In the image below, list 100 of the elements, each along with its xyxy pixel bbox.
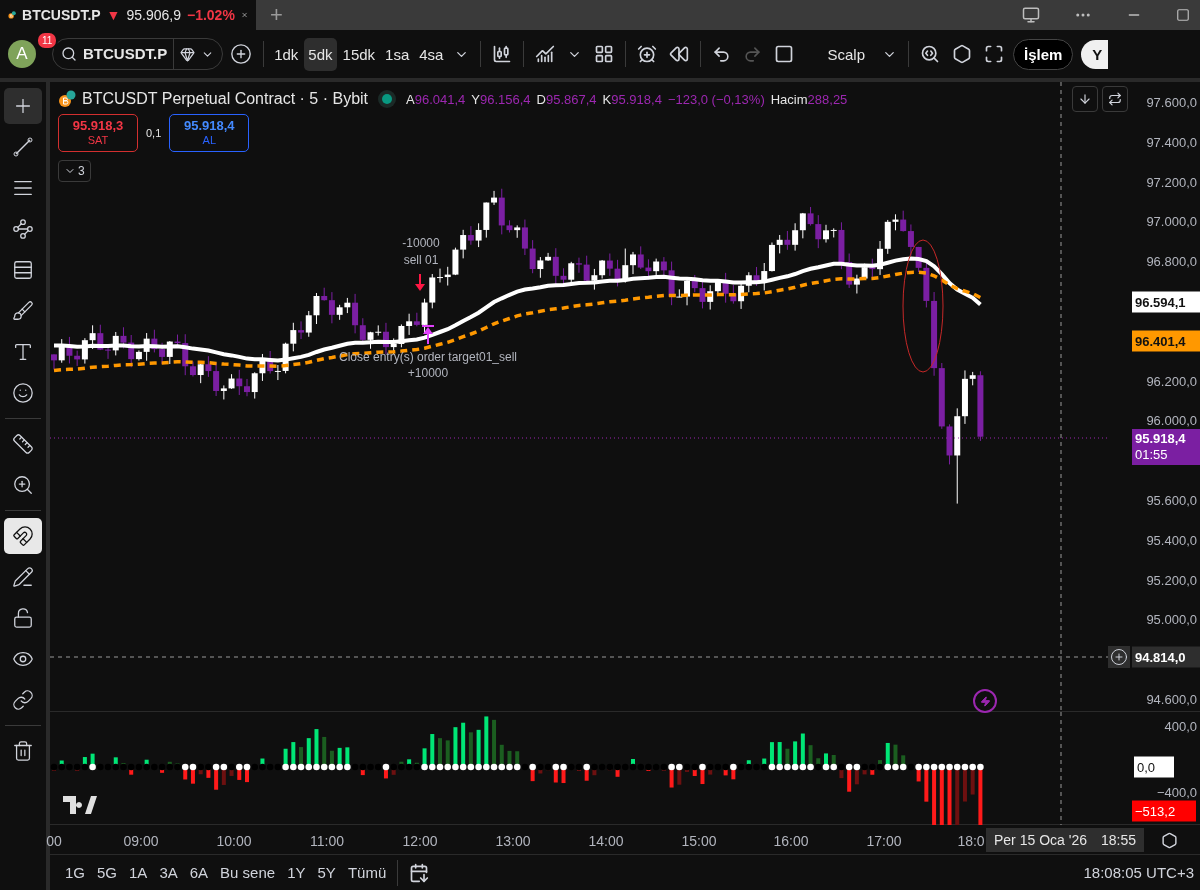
alarm-icon[interactable] bbox=[637, 44, 658, 64]
zoom-in-icon bbox=[12, 474, 34, 496]
rewind-icon[interactable] bbox=[669, 44, 690, 64]
interval-button[interactable]: 1sa bbox=[381, 37, 414, 71]
time-label: 16:00 bbox=[773, 833, 809, 849]
chart-title: BTCUSDT Perpetual Contract · 5 · Bybit bbox=[82, 90, 369, 108]
bitcoin-icon bbox=[58, 90, 76, 108]
ohlc-value: Y96.156,4 bbox=[471, 91, 531, 107]
smiley-icon bbox=[12, 382, 34, 404]
price-label: 97.000,0 bbox=[1146, 213, 1197, 229]
add-icon[interactable] bbox=[230, 43, 253, 65]
trade-button[interactable]: İşlem bbox=[1013, 38, 1074, 70]
buy-button[interactable]: 95.918,4 AL bbox=[169, 114, 250, 152]
order-quantity: +10000 bbox=[407, 366, 449, 380]
ohlc-value: A96.041,4 bbox=[406, 91, 466, 107]
order-label: sell 01 bbox=[403, 253, 439, 267]
price-label: 95.400,0 bbox=[1146, 532, 1197, 548]
spread-value: 0,1 bbox=[146, 127, 162, 139]
range-button[interactable]: 5G bbox=[92, 860, 123, 885]
auto-scale-button[interactable] bbox=[1102, 86, 1128, 112]
crosshair-tool[interactable] bbox=[4, 88, 42, 124]
ruler-icon bbox=[12, 433, 34, 455]
layout-button[interactable]: Scalp bbox=[801, 39, 875, 69]
time-label: 13:00 bbox=[495, 833, 531, 849]
range-button[interactable]: 3A bbox=[154, 860, 183, 885]
calendar-icon[interactable] bbox=[409, 862, 430, 883]
add-icon[interactable] bbox=[1110, 648, 1128, 666]
symbol-text: BTCUSDT.P bbox=[83, 39, 175, 69]
text-icon bbox=[12, 341, 34, 363]
search-icon bbox=[61, 46, 77, 62]
maximize-icon[interactable] bbox=[1176, 8, 1190, 22]
oscillator-label: 400,0 bbox=[1164, 718, 1197, 734]
profile-button[interactable]: Y bbox=[1081, 39, 1109, 69]
range-button[interactable]: 6A bbox=[184, 860, 214, 885]
ohlc-value: D95.867,4 bbox=[536, 91, 597, 107]
grid-icon[interactable] bbox=[594, 44, 615, 64]
magnet-tool[interactable] bbox=[4, 518, 42, 554]
search-icon[interactable] bbox=[920, 44, 940, 64]
tab-change: −1.02% bbox=[186, 7, 235, 23]
candles-icon[interactable] bbox=[492, 44, 513, 64]
time-label: 10:00 bbox=[216, 833, 252, 849]
volume-value: Hacim288,25 bbox=[770, 91, 848, 107]
range-button[interactable]: Bu sene bbox=[215, 860, 281, 885]
brush-icon bbox=[12, 300, 34, 322]
indicators-toggle[interactable]: 3 bbox=[58, 160, 91, 182]
scroll-down-button[interactable] bbox=[1072, 86, 1098, 112]
trash-icon bbox=[12, 740, 34, 762]
last-price-tag: 95.918,4 01:55 bbox=[1132, 429, 1200, 465]
undo-icon[interactable] bbox=[712, 44, 732, 64]
price-label: 95.000,0 bbox=[1146, 611, 1197, 627]
arrow-down-icon bbox=[1078, 92, 1092, 106]
ohlc-value: K95.918,4 bbox=[602, 91, 662, 107]
link-icon bbox=[12, 689, 34, 711]
range-button[interactable]: 1G bbox=[60, 860, 90, 885]
zero-tag: 0,0 bbox=[1134, 756, 1174, 778]
crosshair-price-tag: 94.814,0 bbox=[1132, 646, 1200, 668]
oscillator-label: −400,0 bbox=[1156, 784, 1197, 800]
order-quantity: -10000 bbox=[402, 236, 440, 250]
sell-arrow bbox=[415, 273, 425, 291]
interval-button[interactable]: 1dk bbox=[270, 37, 303, 71]
price-label: 95.200,0 bbox=[1146, 572, 1197, 588]
interval-button[interactable]: 15dk bbox=[338, 37, 380, 71]
square-icon[interactable] bbox=[774, 44, 795, 64]
gem-icon[interactable] bbox=[180, 46, 196, 62]
price-direction: ▼ bbox=[106, 7, 121, 23]
range-button[interactable]: 1Y bbox=[282, 860, 311, 885]
settings-icon[interactable] bbox=[952, 44, 972, 64]
interval-button[interactable]: 4sa bbox=[415, 37, 448, 71]
time-label: 18:0 bbox=[957, 833, 985, 849]
range-button[interactable]: 1A bbox=[124, 860, 153, 885]
price-label: 97.400,0 bbox=[1146, 134, 1197, 150]
new-tab-button[interactable]: + bbox=[256, 0, 297, 30]
price-label: 95.600,0 bbox=[1146, 492, 1197, 508]
monitor-icon[interactable] bbox=[1022, 6, 1040, 24]
pencil-icon bbox=[12, 566, 34, 588]
unlock-icon bbox=[12, 607, 34, 629]
tab-price: 95.906,9 bbox=[126, 7, 181, 23]
range-button[interactable]: Tümü bbox=[342, 860, 392, 885]
crosshair-date: Per 15 Oca '26 bbox=[994, 832, 1087, 848]
chart-tab[interactable]: BTCUSDT.P ▼ 95.906,9 −1.02% bbox=[0, 0, 256, 30]
lightning-icon[interactable] bbox=[973, 689, 997, 713]
swap-icon bbox=[1108, 92, 1122, 106]
range-button[interactable]: 5Y bbox=[312, 860, 341, 885]
interval-button[interactable]: 5dk bbox=[304, 37, 337, 71]
crosshair-time: 18:55 bbox=[1100, 832, 1136, 848]
tab-symbol: BTCUSDT.P bbox=[22, 7, 101, 23]
price-label: 97.600,0 bbox=[1146, 94, 1197, 110]
magnet-icon bbox=[12, 525, 34, 547]
change-value: −123,0 (−0,13%) bbox=[667, 91, 765, 107]
time-label: 12:00 bbox=[402, 833, 438, 849]
sell-button[interactable]: 95.918,3 SAT bbox=[58, 114, 138, 152]
time-label: 09:00 bbox=[123, 833, 159, 849]
settings-icon[interactable] bbox=[1161, 832, 1178, 849]
price-label: 96.000,0 bbox=[1146, 412, 1197, 428]
rows-icon bbox=[12, 259, 34, 281]
indicators-icon[interactable] bbox=[535, 44, 556, 64]
time-label: 17:00 bbox=[866, 833, 902, 849]
notification-badge: 11 bbox=[36, 31, 59, 50]
fullscreen-icon[interactable] bbox=[984, 44, 1004, 64]
price-label: 94.600,0 bbox=[1146, 691, 1197, 707]
